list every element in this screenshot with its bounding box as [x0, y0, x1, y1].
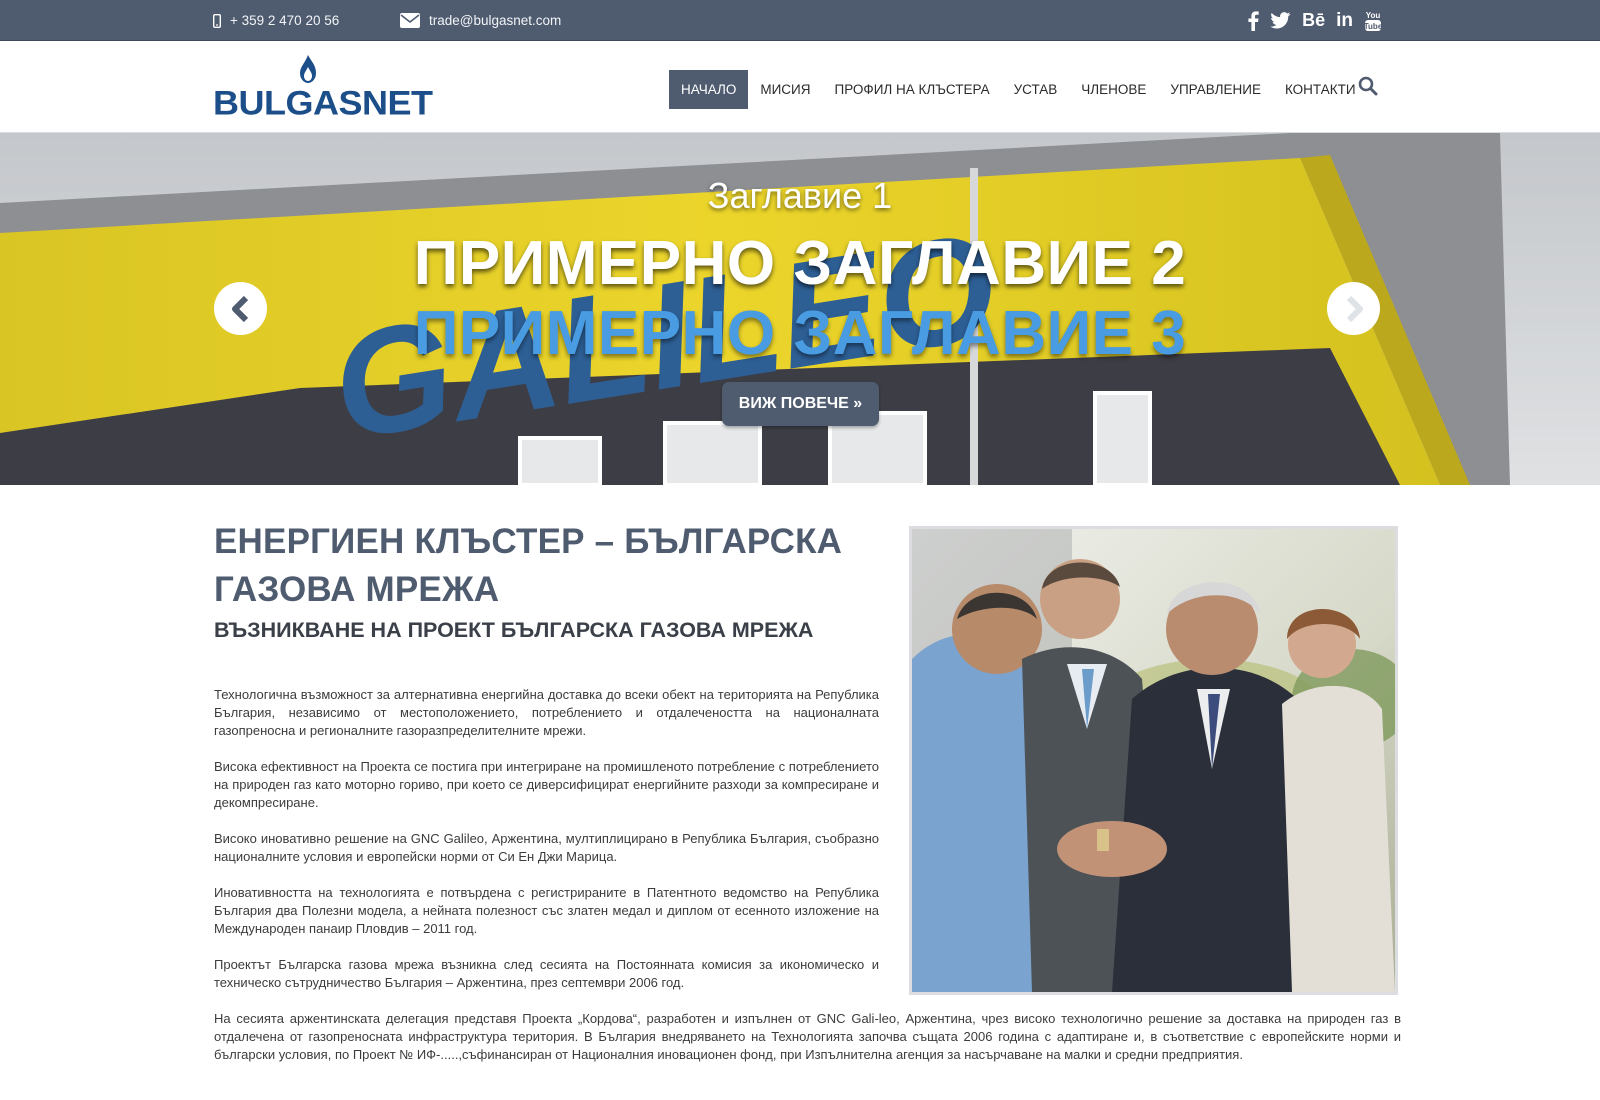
- linkedin-icon[interactable]: in: [1336, 10, 1353, 32]
- logo-text: BULGASNET: [213, 83, 433, 122]
- svg-text:Tube: Tube: [1364, 22, 1382, 31]
- page-subtitle: ВЪЗНИКВАНЕ НА ПРОЕКТ БЪЛГАРСКА ГАЗОВА МР…: [214, 618, 814, 642]
- envelope-icon: [400, 13, 420, 28]
- slider-next-button[interactable]: [1327, 282, 1380, 335]
- slider-prev-button[interactable]: [214, 282, 267, 335]
- page-title: ЕНЕРГИЕН КЛЪСТЕР – БЪЛГАРСКА ГАЗОВА МРЕЖ…: [214, 522, 843, 609]
- twitter-icon[interactable]: [1270, 10, 1291, 32]
- hero-title-1: Заглавие 1: [707, 175, 893, 216]
- paragraph: Проектът Българска газова мрежа възникна…: [214, 957, 879, 990]
- bulgasnet-logo[interactable]: BULGASNET: [213, 55, 433, 121]
- hero-slider: GALILEO Заглавие 1 ПРИМЕРНО ЗАГЛАВИЕ 2 П…: [0, 133, 1600, 485]
- paragraph: Високо иновативно решение на GNC Galileo…: [214, 831, 879, 864]
- site-header: BULGASNET НАЧАЛО МИСИЯ ПРОФИЛ НА КЛЪСТЕР…: [0, 41, 1600, 133]
- svg-text:You: You: [1366, 11, 1381, 20]
- email-contact[interactable]: trade@bulgasnet.com: [400, 0, 561, 41]
- top-bar: + 359 2 470 20 56 trade@bulgasnet.com Bē…: [0, 0, 1600, 41]
- paragraph: На сесията аржентинската делегация предс…: [214, 1011, 1401, 1062]
- phone-contact[interactable]: + 359 2 470 20 56: [213, 0, 339, 41]
- nav-item-home[interactable]: НАЧАЛО: [669, 70, 749, 109]
- mobile-phone-icon: [213, 13, 221, 28]
- chevron-right-icon: [1346, 295, 1363, 322]
- nav-item-cluster-profile[interactable]: ПРОФИЛ НА КЛЪСТЕРА: [823, 70, 1002, 109]
- flame-icon: [300, 55, 316, 83]
- chevron-left-icon: [231, 295, 248, 322]
- paragraph: Иновативността на технологията е потвърд…: [214, 885, 879, 936]
- nav-item-contacts[interactable]: КОНТАКТИ: [1273, 70, 1368, 109]
- main-nav: НАЧАЛО МИСИЯ ПРОФИЛ НА КЛЪСТЕРА УСТАВ ЧЛ…: [669, 70, 1368, 109]
- behance-icon[interactable]: Bē: [1302, 10, 1325, 32]
- see-more-button[interactable]: ВИЖ ПОВЕЧЕ »: [722, 382, 879, 426]
- nav-item-management[interactable]: УПРАВЛЕНИЕ: [1158, 70, 1273, 109]
- nav-item-members[interactable]: ЧЛЕНОВЕ: [1069, 70, 1158, 109]
- paragraph: Технологична възможност за алтернативна …: [214, 687, 879, 738]
- social-links: Bē in You Tube: [1248, 0, 1382, 41]
- nav-item-statute[interactable]: УСТАВ: [1002, 70, 1070, 109]
- facebook-icon[interactable]: [1248, 10, 1259, 32]
- photo-image: [912, 529, 1395, 992]
- youtube-icon[interactable]: You Tube: [1364, 10, 1382, 32]
- paragraph: Висока ефективност на Проекта се постига…: [214, 759, 879, 810]
- phone-number: + 359 2 470 20 56: [230, 13, 340, 28]
- handshake-photo: [909, 526, 1398, 995]
- nav-item-mission[interactable]: МИСИЯ: [748, 70, 822, 109]
- search-icon[interactable]: [1358, 76, 1378, 101]
- email-address: trade@bulgasnet.com: [429, 13, 562, 28]
